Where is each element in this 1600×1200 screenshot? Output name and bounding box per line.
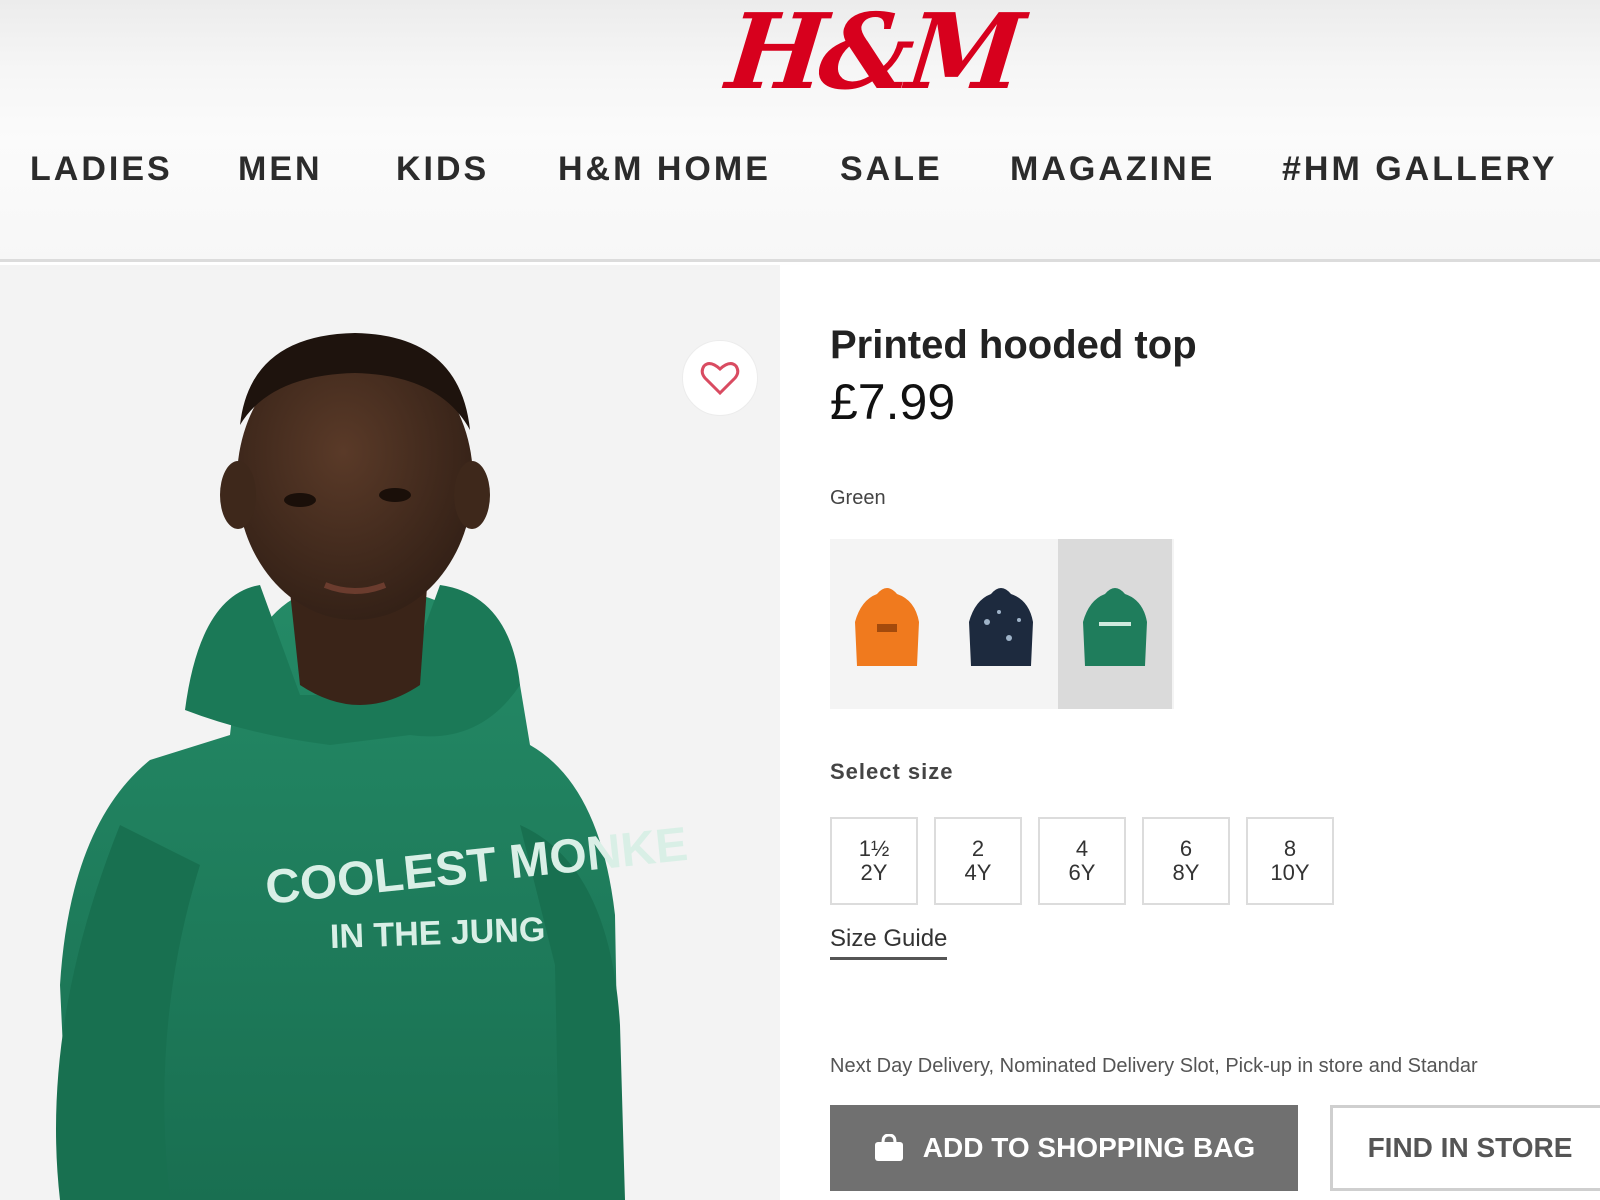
size-option-4-6y[interactable]: 4 6Y: [1038, 817, 1126, 905]
find-in-store-label: FIND IN STORE: [1367, 1132, 1573, 1163]
size-option-1-2y[interactable]: 1½ 2Y: [830, 817, 918, 905]
add-to-bag-label: ADD TO SHOPPING BAG: [922, 1132, 1256, 1163]
product-title: Printed hooded top: [830, 323, 1197, 367]
add-to-bag-button[interactable]: ADD TO SHOPPING BAG: [830, 1105, 1298, 1191]
nav-item-ladies[interactable]: LADIES: [30, 150, 173, 189]
size-line1: 2: [971, 836, 985, 861]
product-price: £7.99: [830, 374, 956, 430]
size-line2: 6Y: [1068, 860, 1096, 885]
size-options: 1½ 2Y 2 4Y 4 6Y 6 8Y 8 10Y: [830, 817, 1334, 905]
nav-item-men[interactable]: MEN: [238, 150, 323, 189]
product-photo: COOLEST MONKE IN THE JUNG: [56, 333, 690, 1200]
shopping-bag-icon: [874, 1134, 903, 1161]
size-line2: 2Y: [860, 860, 888, 885]
product-details: Printed hooded top £7.99 Green Select si…: [830, 265, 1600, 1200]
main-nav: LADIES MEN KIDS H&M HOME SALE MAGAZINE #…: [0, 150, 1600, 200]
size-line1: 6: [1179, 836, 1193, 861]
size-option-6-8y[interactable]: 6 8Y: [1142, 817, 1230, 905]
size-label: Select size: [830, 759, 954, 784]
size-line1: 4: [1075, 836, 1089, 861]
size-line2: 8Y: [1172, 860, 1200, 885]
hoodie-thumbnail-green: [1083, 588, 1147, 666]
heart-outline-icon: [700, 362, 740, 396]
size-line1: 8: [1283, 836, 1297, 861]
site-header: H&M LADIES MEN KIDS H&M HOME SALE MAGAZI…: [0, 0, 1600, 262]
favorite-button[interactable]: [682, 340, 758, 416]
brand-logo[interactable]: H&M: [722, 0, 1024, 113]
hoodie-thumbnail-navy: [969, 588, 1033, 666]
hoodie-thumbnail-orange: [855, 588, 919, 666]
size-guide-link[interactable]: Size Guide: [830, 925, 948, 960]
nav-item-magazine[interactable]: MAGAZINE: [1010, 150, 1215, 189]
nav-item-kids[interactable]: KIDS: [396, 150, 489, 189]
hoodie-print-line2: IN THE JUNG: [329, 911, 546, 956]
selected-color-label: Green: [830, 487, 886, 509]
nav-item-hm-gallery[interactable]: #HM GALLERY: [1282, 150, 1557, 189]
delivery-info: Next Day Delivery, Nominated Delivery Sl…: [830, 1055, 1478, 1077]
size-option-2-4y[interactable]: 2 4Y: [934, 817, 1022, 905]
color-swatches: [830, 539, 1174, 709]
find-in-store-button[interactable]: FIND IN STORE: [1330, 1105, 1600, 1191]
nav-item-sale[interactable]: SALE: [840, 150, 943, 189]
product-gallery: COOLEST MONKE IN THE JUNG: [0, 265, 780, 1200]
size-option-8-10y[interactable]: 8 10Y: [1246, 817, 1334, 905]
size-line2: 10Y: [1270, 860, 1310, 885]
size-line2: 4Y: [964, 860, 992, 885]
size-line1: 1½: [858, 836, 890, 861]
swatch-orange[interactable]: [830, 539, 944, 709]
nav-item-hm-home[interactable]: H&M HOME: [558, 150, 771, 189]
swatch-navy-print[interactable]: [944, 539, 1058, 709]
swatch-green[interactable]: [1058, 539, 1172, 709]
